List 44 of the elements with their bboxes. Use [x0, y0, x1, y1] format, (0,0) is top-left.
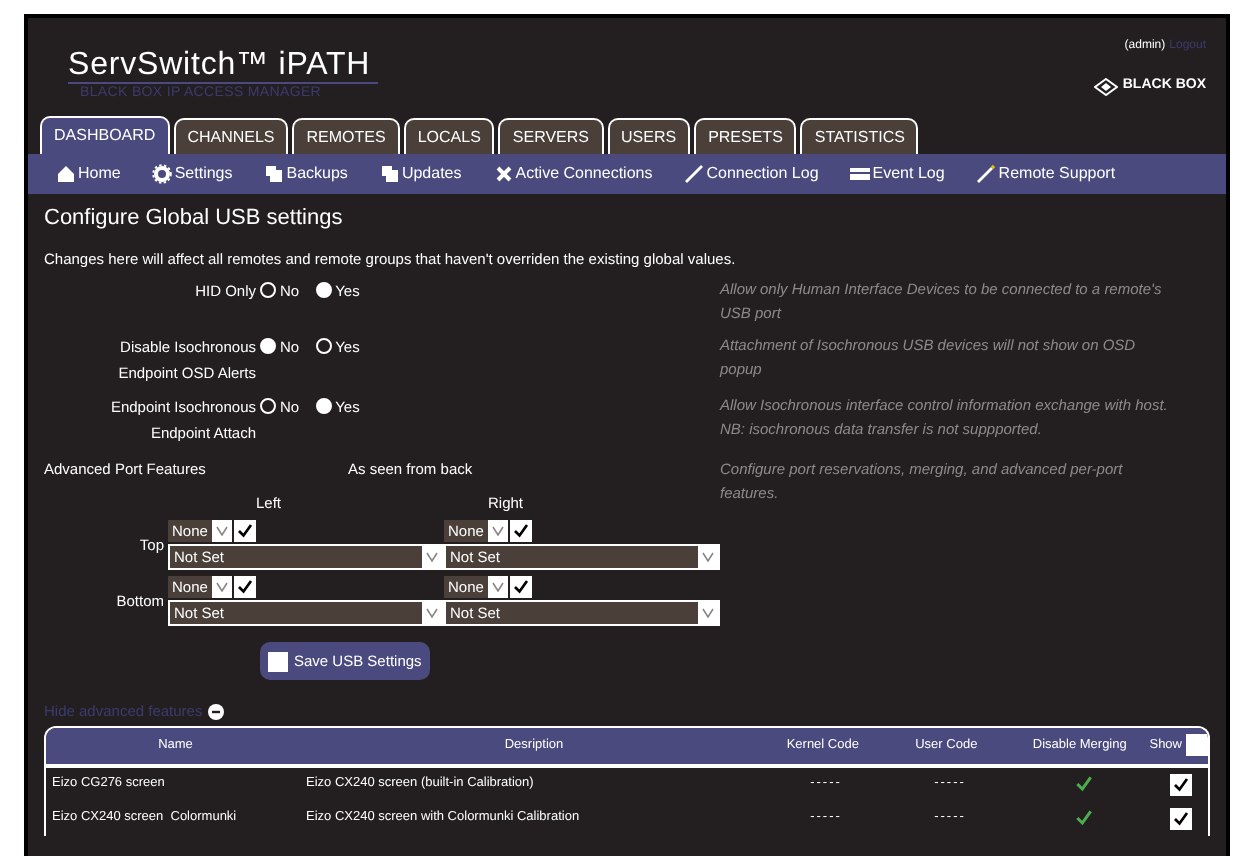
- nav-link[interactable]: Event Log: [850, 162, 945, 186]
- caret-icon: [487, 582, 508, 593]
- checkbox[interactable]: [1170, 773, 1192, 795]
- caret-icon: [487, 526, 508, 537]
- checkbox[interactable]: [233, 576, 256, 599]
- caret-icon: [698, 608, 718, 619]
- nav-tab[interactable]: LOCALS: [403, 118, 495, 154]
- nav-link[interactable]: Active Connections: [493, 162, 653, 186]
- minus-circle-icon: [208, 703, 225, 720]
- nav-tab[interactable]: STATISTICS: [800, 118, 919, 154]
- caret-icon: [211, 582, 232, 593]
- page-heading: Configure Global USB settings: [44, 204, 345, 234]
- caret-icon: [698, 552, 718, 563]
- home-icon: [56, 164, 76, 184]
- nav-tab[interactable]: PRESETS: [694, 118, 797, 154]
- product-title: ServSwitch™ iPATH: [68, 50, 379, 84]
- nav-tab[interactable]: USERS: [607, 118, 691, 154]
- card-icon: [850, 164, 871, 184]
- pencil-icon: [976, 164, 997, 184]
- caret-icon: [422, 552, 442, 563]
- nav-link[interactable]: Updates: [379, 162, 462, 186]
- checkbox[interactable]: [1170, 807, 1192, 829]
- caret-icon: [211, 526, 232, 537]
- nav-link[interactable]: Home: [56, 162, 121, 186]
- caret-icon: [422, 608, 442, 619]
- nav-tab[interactable]: REMOTES: [292, 118, 400, 154]
- nav-tab[interactable]: SERVERS: [498, 118, 603, 154]
- nav-link[interactable]: Backups: [264, 162, 348, 186]
- checkbox[interactable]: [509, 576, 532, 599]
- nav-tab[interactable]: CHANNELS: [173, 118, 289, 154]
- pages-icon: [379, 164, 400, 184]
- checkbox[interactable]: [1186, 734, 1208, 756]
- nav-tab[interactable]: DASHBOARD: [40, 116, 170, 154]
- checkbox[interactable]: [509, 520, 532, 543]
- pages-icon: [264, 164, 285, 184]
- nav-link[interactable]: Remote Support: [976, 162, 1116, 186]
- settings-icon: [152, 164, 173, 184]
- nav-link[interactable]: Connection Log: [684, 162, 819, 186]
- pen-icon: [684, 164, 705, 184]
- checkbox[interactable]: [233, 520, 256, 543]
- diamond-logo-icon: [1094, 77, 1119, 96]
- cross-icon: [493, 164, 514, 184]
- square-icon: [268, 651, 288, 672]
- nav-link[interactable]: Settings: [152, 162, 233, 186]
